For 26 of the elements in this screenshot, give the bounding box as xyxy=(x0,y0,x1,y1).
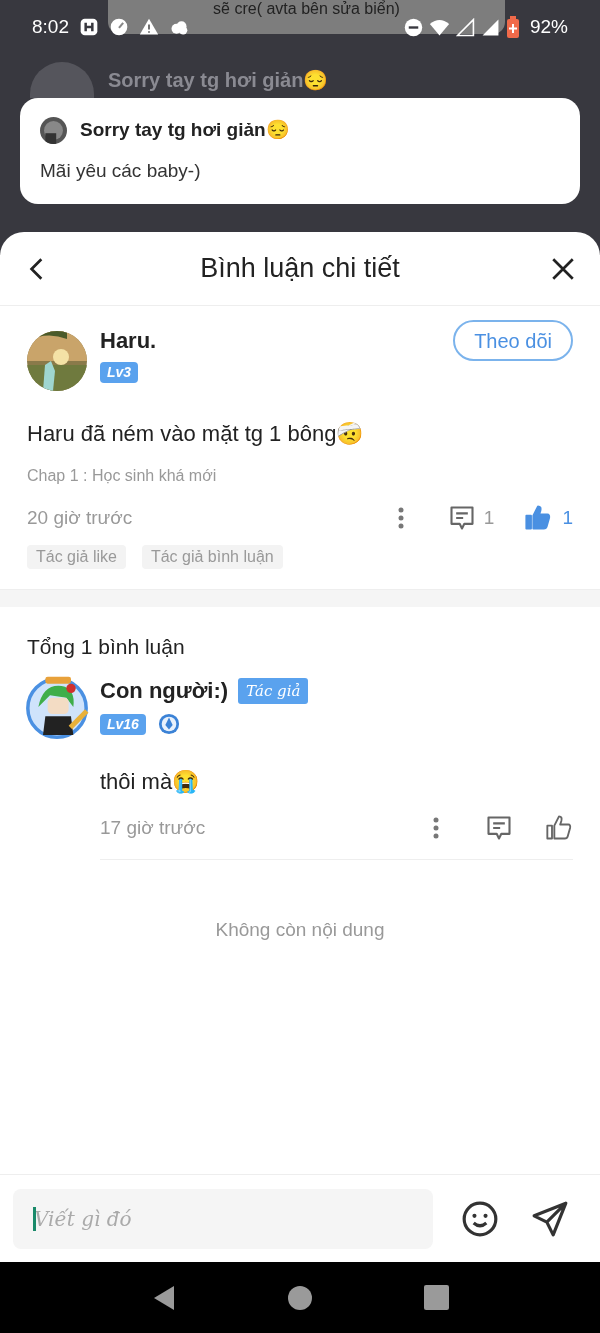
like-button[interactable]: 1 xyxy=(524,504,573,533)
battery-percent: 92% xyxy=(529,14,568,39)
notification-card[interactable]: Sorry tay tg hơi giản😔 Mãi yêu các baby-) xyxy=(20,98,580,204)
timestamp: 17 giờ trước xyxy=(100,816,206,840)
comment-input-field[interactable]: Viết gì đó xyxy=(13,1188,433,1249)
toast-text: sẽ cre( avta bên sửa biển) xyxy=(213,0,400,19)
comment-text: Haru đã ném vào mặt tg 1 bông🤕 xyxy=(27,420,365,448)
notification-body: Mãi yêu các baby-) xyxy=(40,158,202,183)
end-of-list-text: Không còn nội dung xyxy=(214,917,386,942)
author-name: Haru. xyxy=(100,330,157,352)
tag: Tác giả like xyxy=(27,544,126,569)
reply-count-button[interactable]: 1 xyxy=(447,504,495,533)
reply-text: thôi mà😭 xyxy=(100,768,201,796)
level-badge: Lv3 xyxy=(100,362,139,383)
follow-button[interactable]: Theo dõi xyxy=(453,320,573,361)
level-badge: Lv16 xyxy=(100,713,146,735)
sheet-title: Bình luận chi tiết xyxy=(199,252,401,286)
dimmed-comment-title: Sorry tay tg hơi giản😔 xyxy=(108,68,329,93)
author-badge: Tác giả xyxy=(238,677,309,704)
replies-header: Tổng 1 bình luận xyxy=(27,633,186,660)
tag: Tác giả bình luận xyxy=(141,544,283,569)
status-time: 8:02 xyxy=(32,14,69,39)
author-name: Con người:) xyxy=(100,677,229,705)
timestamp: 20 giờ trước xyxy=(27,506,133,530)
notification-title: Sorry tay tg hơi giản😔 xyxy=(80,118,290,142)
chapter-label: Chap 1 : Học sinh khá mới xyxy=(27,466,218,486)
